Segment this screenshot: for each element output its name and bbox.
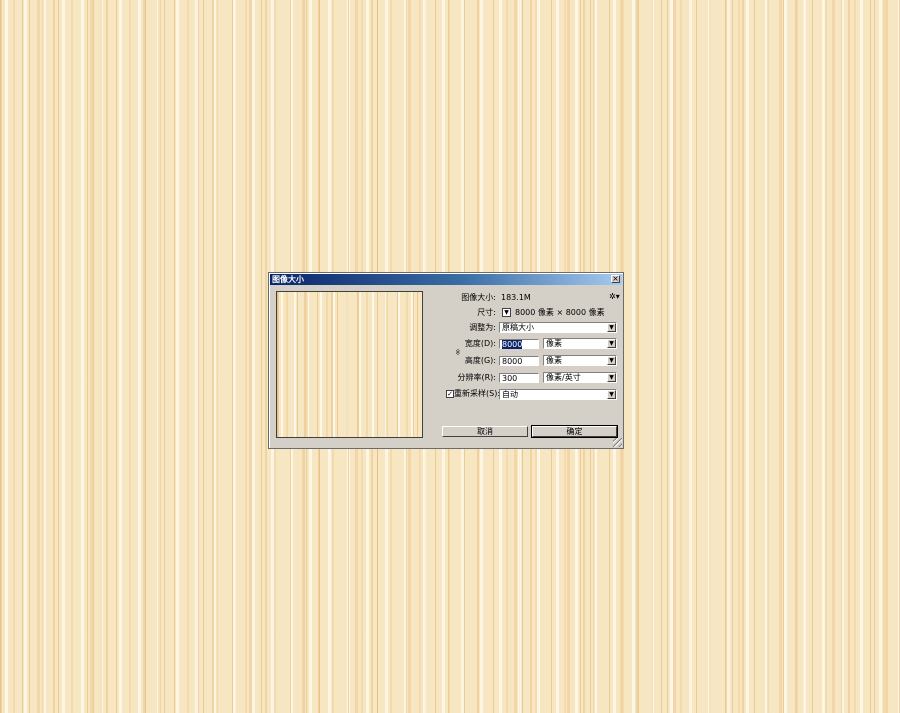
dimensions-label: 尺寸:: [477, 308, 496, 317]
chevron-down-icon[interactable]: ▼: [607, 339, 616, 348]
gear-icon[interactable]: ✲▾: [609, 293, 620, 301]
resample-checkbox[interactable]: ✓: [446, 390, 454, 398]
image-size-label: 图像大小:: [461, 293, 496, 302]
fit-to-select[interactable]: 原稿大小 ▼: [499, 322, 617, 333]
ok-button[interactable]: 确定: [531, 425, 618, 438]
image-size-value: 183.1M: [501, 293, 531, 302]
image-preview[interactable]: [276, 291, 423, 438]
chevron-down-icon[interactable]: ▼: [607, 323, 616, 332]
chevron-down-icon[interactable]: ▼: [607, 390, 616, 399]
fit-to-value: 原稿大小: [502, 323, 534, 332]
dialog-title: 图像大小: [272, 275, 304, 284]
height-label: 高度(G):: [464, 356, 496, 365]
height-value: 8000: [502, 357, 523, 366]
resample-label: 重新采样(S):: [454, 389, 501, 398]
width-unit-select[interactable]: 像素 ▼: [543, 338, 617, 349]
resolution-label: 分辨率(R):: [457, 373, 497, 382]
width-unit: 像素: [546, 339, 562, 348]
close-icon[interactable]: ×: [611, 275, 620, 283]
width-value: 8000: [502, 340, 523, 349]
cancel-button[interactable]: 取消: [442, 426, 528, 437]
height-unit-select[interactable]: 像素 ▼: [543, 355, 617, 366]
height-unit: 像素: [546, 356, 562, 365]
preview-thumbnail: [277, 292, 422, 437]
resolution-unit-select[interactable]: 像素/英寸 ▼: [543, 372, 617, 383]
fit-to-label: 调整为:: [469, 323, 496, 332]
resample-value: 自动: [502, 390, 518, 399]
title-bar[interactable]: 图像大小 ×: [270, 274, 622, 285]
resolution-unit: 像素/英寸: [546, 373, 581, 382]
chevron-down-icon[interactable]: ▼: [607, 356, 616, 365]
height-input[interactable]: 8000: [499, 356, 539, 366]
resolution-value: 300: [502, 374, 518, 383]
dimensions-value: 8000 像素 × 8000 像素: [515, 308, 605, 317]
resize-grip[interactable]: [613, 438, 622, 447]
chevron-down-icon[interactable]: ▼: [607, 373, 616, 382]
width-input[interactable]: 8000: [499, 339, 539, 349]
width-label: 宽度(D):: [464, 339, 496, 348]
chain-link-icon[interactable]: ∞: [453, 349, 462, 356]
chevron-down-icon[interactable]: ▼: [502, 308, 511, 317]
resample-select[interactable]: 自动 ▼: [499, 389, 617, 400]
resolution-input[interactable]: 300: [499, 373, 539, 383]
image-size-dialog: 图像大小 × 图像大小: 183.1M ✲▾ 尺寸: ▼ 8000 像素 × 8…: [268, 272, 624, 449]
